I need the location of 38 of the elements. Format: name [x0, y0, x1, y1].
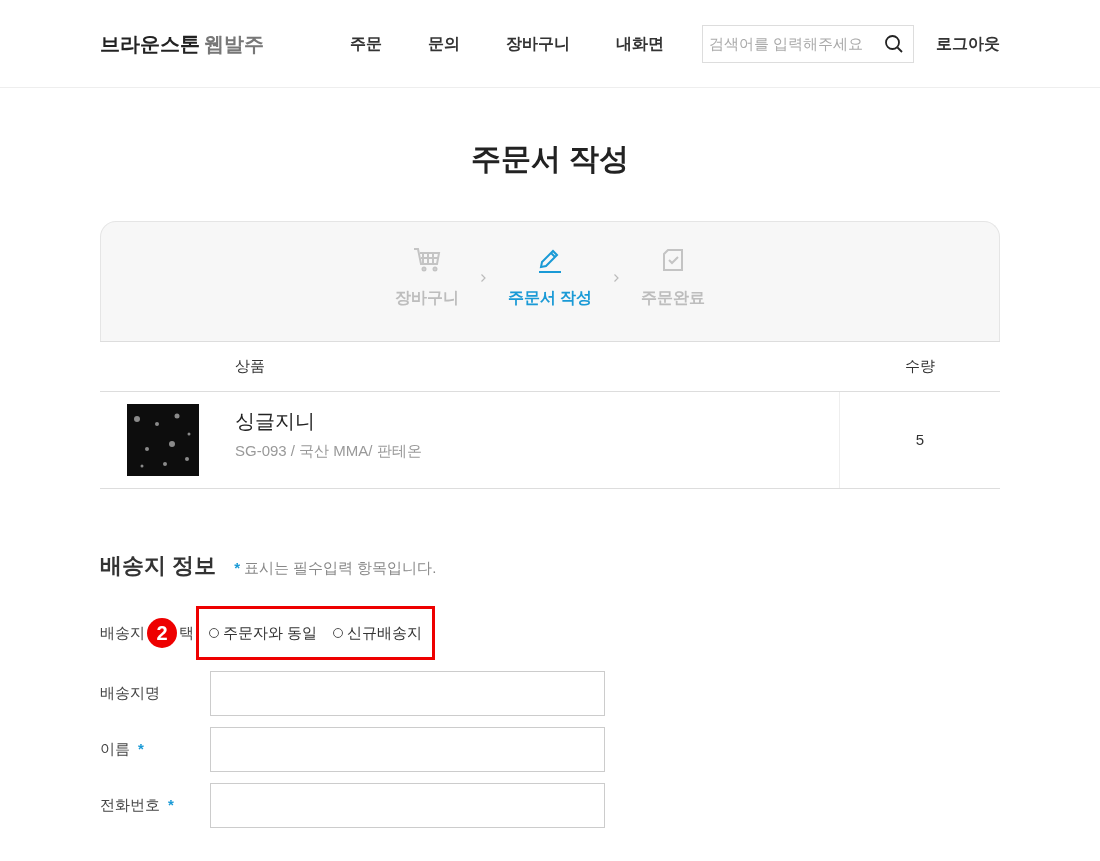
step-label: 주문서 작성 [507, 288, 593, 308]
input-field[interactable] [210, 727, 605, 772]
search-icon[interactable] [884, 33, 904, 54]
cart-icon [412, 247, 441, 273]
field-label: 배송지명 [100, 683, 161, 704]
step-label: 주문완료 [641, 288, 706, 308]
field-label: 택 [179, 622, 194, 643]
radio-option[interactable]: 주문자와 동일 [209, 621, 318, 645]
pencil-icon [537, 247, 563, 273]
field-label: 이름 * [100, 739, 145, 760]
logo-text[interactable]: 브라운스톤 [100, 28, 200, 59]
checked-document-icon [662, 248, 685, 272]
product-name: 싱글지니 [235, 409, 316, 434]
logo-subtitle: 웹발주 [204, 31, 264, 57]
column-header: 상품 [235, 356, 265, 377]
field-label: 배송지 [100, 622, 145, 643]
nav-link[interactable]: 내화면 [616, 31, 664, 56]
nav-link[interactable]: 주문 [350, 31, 382, 56]
radio-button[interactable] [333, 628, 344, 638]
logout-link[interactable]: 로그아웃 [936, 31, 1000, 56]
chevron-icon [480, 274, 486, 282]
input-field[interactable] [210, 671, 605, 716]
section-title: 배송지 정보 [100, 552, 217, 580]
product-detail: SG-093 / 국산 MMA/ 판테온 [235, 441, 422, 461]
page-title: 주문서 작성 [469, 141, 631, 177]
step-number-badge: 2 [147, 618, 177, 648]
column-header: 수량 [905, 356, 935, 377]
quantity-cell-text: 5 [915, 429, 925, 450]
nav-link[interactable]: 문의 [428, 31, 460, 56]
search-field[interactable]: 검색어를 입력해주세요 [702, 24, 914, 63]
radio-button[interactable] [209, 628, 219, 638]
step-label: 장바구니 [394, 288, 459, 308]
required-note: * 표시는 필수입력 항목입니다. [234, 558, 437, 578]
chevron-icon [614, 274, 620, 282]
radio-option[interactable]: 신규배송지 [333, 621, 423, 645]
field-label: 전화번호 * [100, 795, 175, 816]
nav-link[interactable]: 장바구니 [506, 31, 570, 56]
input-field[interactable] [210, 783, 605, 828]
